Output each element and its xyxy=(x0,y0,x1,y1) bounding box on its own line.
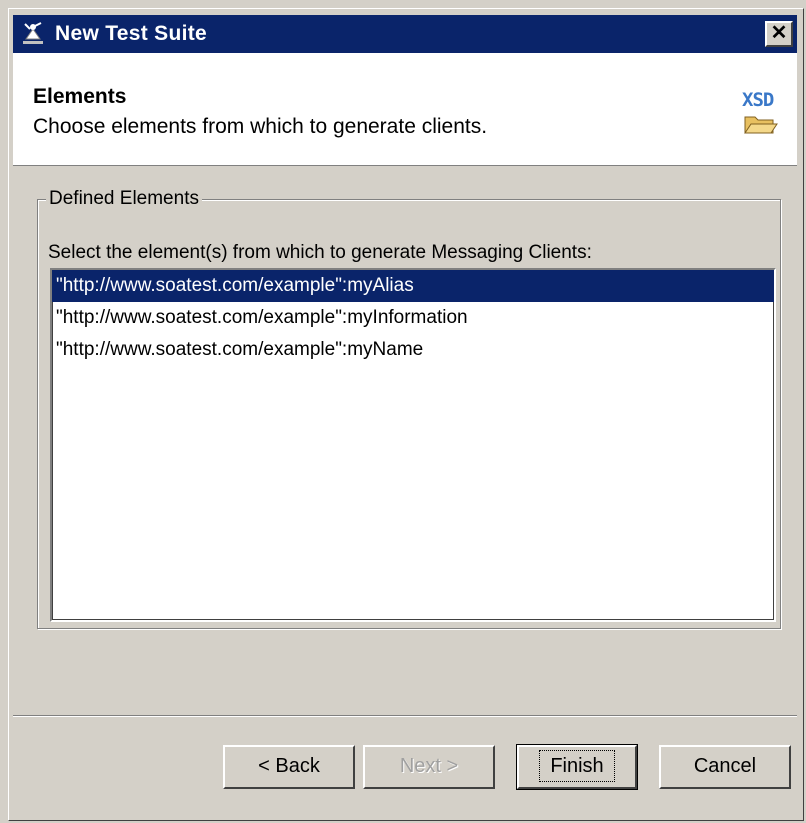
page-description: Choose elements from which to generate c… xyxy=(33,115,488,138)
defined-elements-group: Defined Elements Select the element(s) f… xyxy=(37,188,781,629)
window-title: New Test Suite xyxy=(55,22,208,45)
back-button[interactable]: < Back xyxy=(223,745,355,789)
satellite-dish-icon xyxy=(23,22,43,44)
wizard-header: Elements Choose elements from which to g… xyxy=(13,53,797,166)
close-button[interactable]: ✕ xyxy=(765,21,793,47)
back-button-label: < Back xyxy=(258,755,320,777)
next-button[interactable]: Next > xyxy=(363,745,495,789)
list-item-label: "http://www.soatest.com/example":myName xyxy=(56,339,424,360)
list-item[interactable]: "http://www.soatest.com/example":myName xyxy=(52,334,774,366)
list-item-label: "http://www.soatest.com/example":myAlias xyxy=(56,275,414,296)
list-item[interactable]: "http://www.soatest.com/example":myAlias xyxy=(52,270,774,302)
button-separator xyxy=(13,715,797,717)
page-title: Elements xyxy=(33,85,127,108)
group-instructions: Select the element(s) from which to gene… xyxy=(48,242,592,263)
xsd-icon-label: XSD xyxy=(742,89,774,111)
finish-button[interactable]: Finish xyxy=(516,744,638,790)
next-button-label: Next > xyxy=(399,755,459,777)
group-legend: Defined Elements xyxy=(46,188,202,210)
list-item[interactable]: "http://www.soatest.com/example":myInfor… xyxy=(52,302,774,334)
cancel-button[interactable]: Cancel xyxy=(659,745,791,789)
new-test-suite-dialog: New Test Suite ✕ Elements Choose element… xyxy=(8,8,804,821)
cancel-button-label: Cancel xyxy=(693,755,757,777)
title-bar[interactable]: New Test Suite ✕ xyxy=(13,15,797,53)
finish-button-label: Finish xyxy=(539,750,615,782)
xsd-folder-icon: XSD xyxy=(741,89,781,141)
list-item-label: "http://www.soatest.com/example":myInfor… xyxy=(56,307,468,328)
elements-listbox[interactable]: "http://www.soatest.com/example":myAlias… xyxy=(50,268,776,622)
close-icon: ✕ xyxy=(770,22,788,44)
